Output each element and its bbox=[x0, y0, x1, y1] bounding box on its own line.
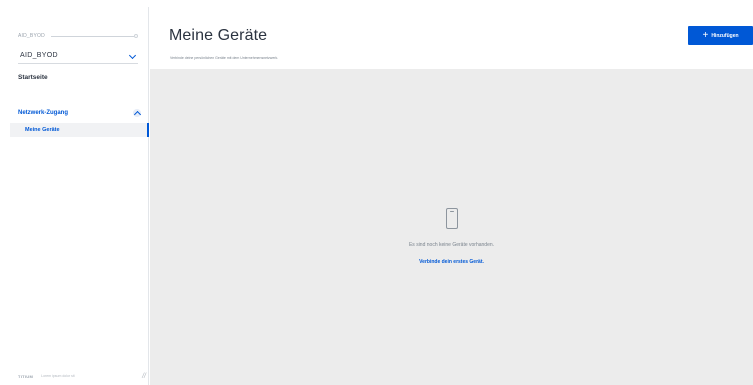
slash-icon: // bbox=[142, 372, 146, 380]
empty-state-message: Es sind noch keine Geräte vorhanden. bbox=[408, 242, 495, 248]
add-device-button[interactable]: + Hinzufügen bbox=[688, 26, 753, 45]
main-area: Meine Geräte Verbinde deine persönlichen… bbox=[150, 7, 753, 385]
org-select-value: AID_BYOD bbox=[20, 52, 58, 59]
nav-item-label: Meine Geräte bbox=[25, 127, 60, 133]
active-indicator bbox=[147, 123, 149, 137]
app-window: AID_BYOD AID_BYOD Startseite Netzwerk-Zu… bbox=[0, 0, 753, 385]
connect-first-device-link[interactable]: Verbinde dein erstes Gerät. bbox=[150, 259, 753, 265]
page-subtitle: Verbinde deine persönlichen Geräte mit d… bbox=[170, 56, 279, 60]
device-list-area: Es sind noch keine Geräte vorhanden. Ver… bbox=[150, 69, 753, 385]
org-dot-icon bbox=[134, 34, 138, 38]
nav-section-netzwerk-zugang[interactable]: Netzwerk-Zugang bbox=[18, 107, 144, 119]
org-select[interactable]: AID_BYOD bbox=[18, 48, 138, 64]
sidebar-footer: TITIUM Lorem ipsum dolor sit // bbox=[18, 371, 146, 381]
smartphone-icon bbox=[445, 208, 458, 229]
nav-item-meine-geraete[interactable]: Meine Geräte bbox=[10, 123, 149, 137]
collapse-button[interactable] bbox=[133, 109, 141, 117]
plus-icon: + bbox=[702, 29, 709, 41]
empty-state: Es sind noch keine Geräte vorhanden. Ver… bbox=[150, 208, 753, 265]
footer-brand: TITIUM bbox=[18, 373, 34, 379]
org-label-row: AID_BYOD bbox=[18, 31, 138, 41]
page-title: Meine Geräte bbox=[169, 27, 268, 44]
chevron-down-icon bbox=[129, 53, 135, 59]
footer-text: Lorem ipsum dolor sit bbox=[41, 374, 75, 378]
nav-item-startseite[interactable]: Startseite bbox=[18, 74, 48, 81]
add-button-label: Hinzufügen bbox=[711, 32, 739, 39]
page-header: Meine Geräte Verbinde deine persönlichen… bbox=[150, 7, 753, 69]
org-divider bbox=[50, 35, 134, 37]
nav-section-label: Netzwerk-Zugang bbox=[18, 110, 69, 116]
org-label: AID_BYOD bbox=[18, 33, 45, 39]
sidebar: AID_BYOD AID_BYOD Startseite Netzwerk-Zu… bbox=[0, 7, 149, 385]
chevron-up-icon bbox=[134, 110, 140, 116]
